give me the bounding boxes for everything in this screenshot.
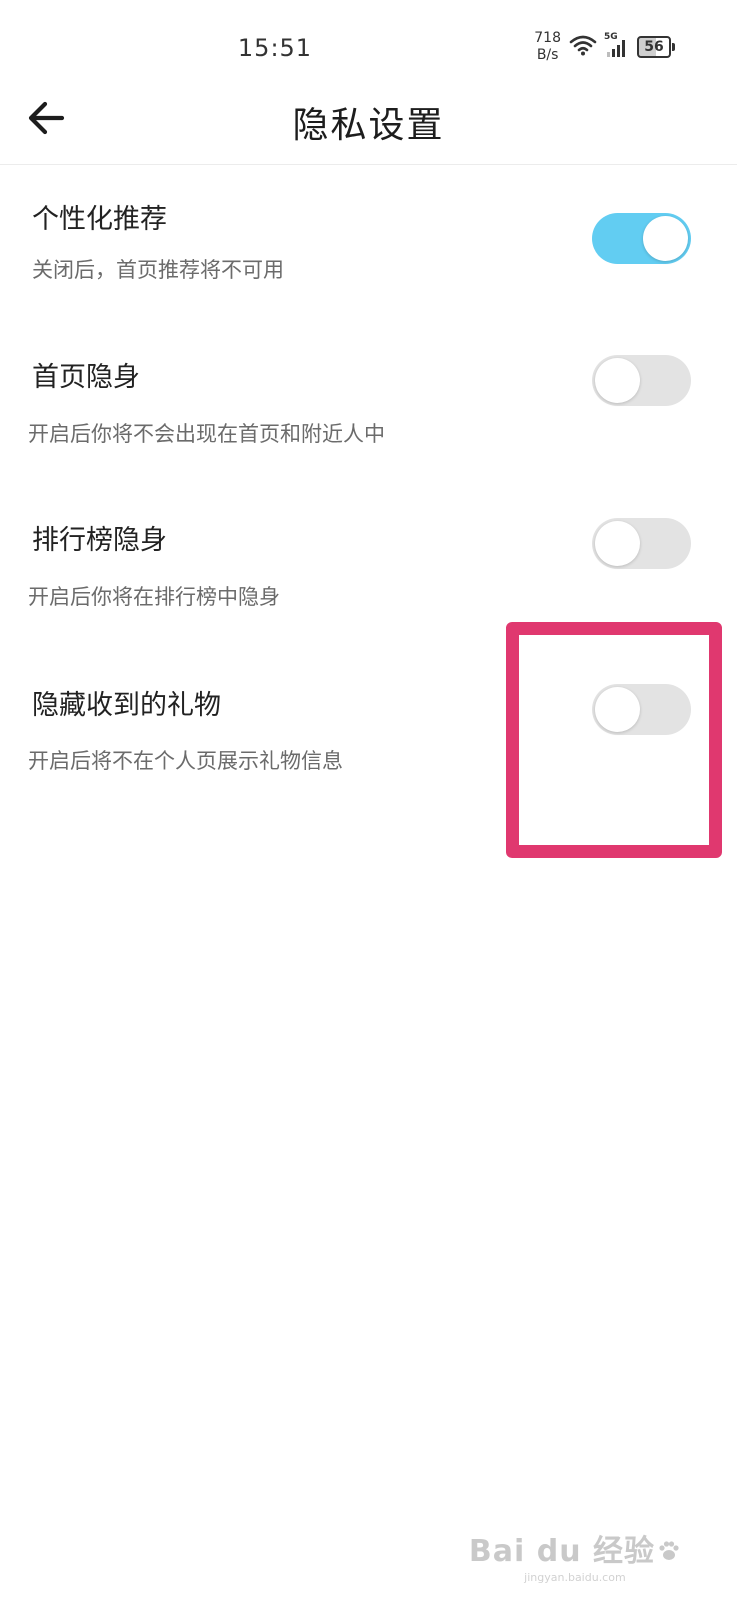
signal-type-label: 5G [604, 32, 618, 42]
cellular-signal-icon: 5G [604, 32, 629, 58]
setting-title: 排行榜隐身 [32, 525, 167, 556]
battery-icon: 56 [637, 36, 675, 58]
setting-description: 开启后你将不会出现在首页和附近人中 [28, 422, 385, 446]
setting-ranking-invisible: 排行榜隐身 开启后你将在排行榜中隐身 [0, 518, 737, 618]
highlight-annotation-box [506, 622, 722, 858]
status-indicators: 718 B/s 5G 56 [534, 30, 675, 64]
wifi-icon [569, 34, 597, 60]
status-time: 15:51 [237, 34, 313, 62]
navigation-header: 隐私设置 [0, 92, 737, 165]
toggle-knob [643, 216, 688, 261]
paw-icon [657, 1536, 681, 1560]
status-bar: 15:51 718 B/s 5G 56 [0, 0, 737, 92]
personalized-recommendation-toggle[interactable] [592, 213, 691, 264]
toggle-knob [595, 358, 640, 403]
watermark-logo: Bai du 经验 [469, 1526, 681, 1570]
setting-description: 开启后将不在个人页展示礼物信息 [28, 749, 343, 773]
watermark-url: jingyan.baidu.com [524, 1571, 626, 1584]
network-speed-value: 718 [534, 30, 561, 46]
ranking-invisible-toggle[interactable] [592, 518, 691, 569]
page-title: 隐私设置 [292, 105, 445, 146]
battery-level: 56 [637, 36, 671, 58]
setting-home-invisible: 首页隐身 开启后你将不会出现在首页和附近人中 [0, 355, 737, 455]
home-invisible-toggle[interactable] [592, 355, 691, 406]
setting-title: 个性化推荐 [32, 204, 167, 235]
network-speed-unit: B/s [536, 47, 559, 63]
setting-title: 首页隐身 [32, 362, 140, 393]
watermark: Bai du 经验 jingyan.baidu.com [469, 1526, 681, 1584]
setting-description: 关闭后，首页推荐将不可用 [32, 258, 284, 282]
watermark-logo-text: Bai du 经验 [468, 1534, 655, 1569]
setting-description: 开启后你将在排行榜中隐身 [28, 585, 280, 609]
setting-title: 隐藏收到的礼物 [32, 690, 221, 721]
battery-tip [672, 43, 675, 51]
toggle-knob [595, 521, 640, 566]
setting-personalized-recommendation: 个性化推荐 关闭后，首页推荐将不可用 [0, 197, 737, 297]
network-speed: 718 B/s [534, 30, 561, 64]
